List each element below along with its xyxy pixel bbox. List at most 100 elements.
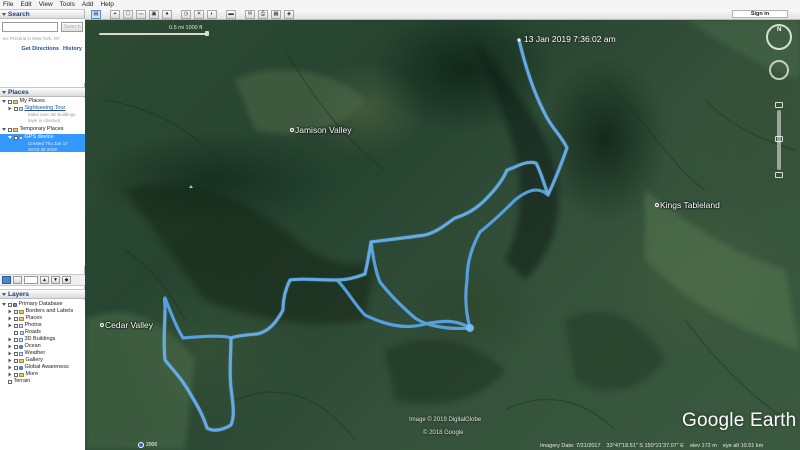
checkbox-icon[interactable] <box>13 358 18 363</box>
search-places-icon[interactable] <box>2 276 11 284</box>
places-filter-box[interactable] <box>24 276 38 284</box>
expand-triangle-icon[interactable] <box>8 323 12 328</box>
historical-timeline[interactable]: 2006 <box>138 441 168 449</box>
checkbox-icon[interactable] <box>8 379 12 384</box>
checkbox-icon[interactable] <box>13 316 18 321</box>
collapse-triangle-icon <box>2 90 6 94</box>
layer-borders-labels[interactable]: Borders and Labels <box>0 308 85 315</box>
checkbox-icon[interactable] <box>13 309 18 314</box>
compass-ring[interactable]: N <box>766 24 792 50</box>
menu-view[interactable]: View <box>39 0 53 9</box>
checkbox-icon[interactable] <box>7 127 12 132</box>
zoom-thumb[interactable] <box>775 136 783 142</box>
sign-in-button[interactable]: Sign in <box>732 10 788 18</box>
place-label-kings-tableland[interactable]: Kings Tableland <box>655 200 720 210</box>
layer-ocean[interactable]: Ocean <box>0 343 85 350</box>
layer-roads[interactable]: Roads <box>0 329 85 336</box>
zoom-out-icon[interactable] <box>775 172 783 178</box>
menu-tools[interactable]: Tools <box>60 0 75 9</box>
add-polygon-icon[interactable]: ⬠ <box>123 9 133 19</box>
expand-triangle-icon[interactable] <box>8 372 12 377</box>
look-joystick[interactable] <box>769 60 789 80</box>
expand-triangle-icon[interactable] <box>8 136 12 139</box>
tree-item-gps-device[interactable]: GPS device Created Thu Jan 17 20:52:40 2… <box>0 134 85 152</box>
checkbox-icon[interactable] <box>13 323 18 328</box>
checkbox-icon[interactable] <box>7 302 12 307</box>
layers-panel-header[interactable]: Layers <box>0 289 85 299</box>
tree-item-temporary-places[interactable]: Temporary Places <box>0 126 85 133</box>
menu-edit[interactable]: Edit <box>20 0 31 9</box>
places-panel-header[interactable]: Places <box>0 87 85 97</box>
move-up-icon[interactable]: ▲ <box>40 276 49 284</box>
tree-item-sightseeing-tour[interactable]: Sightseeing Tour <box>0 105 85 112</box>
clock-icon[interactable] <box>138 442 144 448</box>
checkbox-icon[interactable] <box>13 106 18 111</box>
expand-triangle-icon[interactable] <box>8 351 12 356</box>
layer-places[interactable]: Places <box>0 315 85 322</box>
add-placemark-icon[interactable]: ⌖ <box>110 9 120 19</box>
expand-triangle-icon[interactable] <box>2 128 6 131</box>
google-copyright: © 2018 Google <box>423 430 464 436</box>
zoom-slider[interactable] <box>775 102 783 178</box>
main-toolbar: ▤ ⌖ ⬠ 〰 ▣ ● ◷ ☀ ◐ ▬ ✉ ⎙ ▦ ◈ Sign in <box>85 9 800 20</box>
layer-weather[interactable]: Weather <box>0 350 85 357</box>
layer-terrain[interactable]: Terrain <box>0 378 85 385</box>
add-path-icon[interactable]: 〰 <box>136 9 146 19</box>
add-overlay-icon[interactable]: ▣ <box>149 9 159 19</box>
expand-triangle-icon[interactable] <box>8 309 12 314</box>
menu-file[interactable]: File <box>3 0 13 9</box>
checkbox-icon[interactable] <box>14 330 18 335</box>
checkbox-icon[interactable] <box>13 351 18 356</box>
expand-all-icon[interactable]: ◆ <box>62 276 71 284</box>
layer-primary-database[interactable]: Primary Database <box>0 301 85 308</box>
expand-triangle-icon[interactable] <box>2 303 6 306</box>
place-label-text: Kings Tableland <box>660 200 720 210</box>
expand-triangle-icon[interactable] <box>8 316 12 321</box>
save-image-icon[interactable]: ▦ <box>271 9 281 19</box>
expand-triangle-icon[interactable] <box>8 365 12 370</box>
search-button[interactable]: Search <box>61 22 83 32</box>
layer-gallery[interactable]: Gallery <box>0 357 85 364</box>
view-in-maps-icon[interactable]: ◈ <box>284 9 294 19</box>
place-label-cedar-valley[interactable]: Cedar Valley <box>100 320 153 330</box>
layer-photos[interactable]: Photos <box>0 322 85 329</box>
historical-imagery-icon[interactable]: ◷ <box>181 9 191 19</box>
place-label-jamison-valley[interactable]: Jamison Valley <box>290 125 352 135</box>
expand-triangle-icon[interactable] <box>8 358 12 363</box>
print-icon[interactable]: ⎙ <box>258 9 268 19</box>
expand-triangle-icon[interactable] <box>8 344 12 349</box>
timeline-year: 2006 <box>146 442 158 448</box>
layer-3d-buildings[interactable]: 3D Buildings <box>0 336 85 343</box>
map-view[interactable]: 0.5 mi 1000 ft 13 Jan 2019 7:36:02 am Ja… <box>85 20 800 450</box>
sunlight-icon[interactable]: ☀ <box>194 9 204 19</box>
checkbox-icon[interactable] <box>13 344 18 349</box>
history-link[interactable]: History <box>63 46 82 52</box>
menu-add[interactable]: Add <box>82 0 94 9</box>
switch-planet-icon[interactable]: ◐ <box>207 9 217 19</box>
email-icon[interactable]: ✉ <box>245 9 255 19</box>
layer-global-awareness[interactable]: Global Awareness <box>0 364 85 371</box>
tree-item-my-places[interactable]: My Places <box>0 98 85 105</box>
track-start-marker[interactable] <box>517 38 521 42</box>
checkbox-icon[interactable] <box>13 135 18 140</box>
split-view-icon[interactable] <box>13 276 22 284</box>
move-down-icon[interactable]: ▼ <box>51 276 60 284</box>
get-directions-link[interactable]: Get Directions <box>21 46 59 52</box>
record-tour-icon[interactable]: ● <box>162 9 172 19</box>
checkbox-icon[interactable] <box>13 365 18 370</box>
checkbox-icon[interactable] <box>7 99 12 104</box>
sidebar-toggle-icon[interactable]: ▤ <box>91 9 101 19</box>
expand-triangle-icon[interactable] <box>8 337 12 342</box>
menu-help[interactable]: Help <box>100 0 113 9</box>
expand-triangle-icon[interactable] <box>2 100 6 103</box>
placemark-triangle-icon[interactable] <box>189 185 193 188</box>
zoom-in-icon[interactable] <box>775 102 783 108</box>
tree-item-label[interactable]: Sightseeing Tour <box>25 105 66 112</box>
search-panel-header[interactable]: Search <box>0 9 84 19</box>
layer-more[interactable]: More <box>0 371 85 378</box>
ruler-icon[interactable]: ▬ <box>226 9 236 19</box>
checkbox-icon[interactable] <box>13 337 18 342</box>
checkbox-icon[interactable] <box>13 372 18 377</box>
expand-triangle-icon[interactable] <box>8 106 12 111</box>
search-input[interactable] <box>2 22 58 32</box>
